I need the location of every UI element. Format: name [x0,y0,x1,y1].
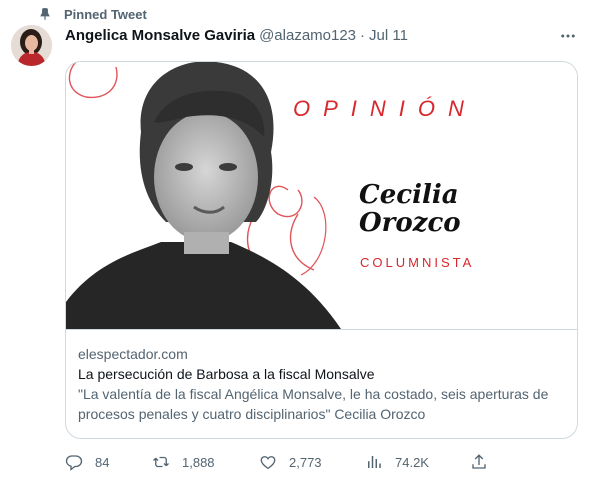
share-button[interactable] [470,453,500,471]
share-icon [472,454,486,469]
tweet-header: Angelica Monsalve Gaviria @alazamo123 · … [65,27,408,44]
like-button[interactable]: 2,773 [259,453,322,471]
columnist-name-line2: Orozco [359,208,461,238]
like-count: 2,773 [289,454,322,470]
like-icon [260,456,276,470]
columnist-name-line1: Cecilia [359,180,459,210]
reply-count: 84 [95,454,110,470]
pinned-label: Pinned Tweet [64,6,147,22]
columnist-name: Cecilia Orozco [359,181,461,237]
retweet-icon [153,456,169,468]
more-options-button[interactable] [558,27,578,45]
avatar[interactable] [11,25,52,66]
card-title: La persecución de Barbosa a la fiscal Mo… [78,366,375,382]
retweet-count: 1,888 [182,454,215,470]
separator: · [360,27,366,44]
pin-icon [40,8,50,21]
author-name[interactable]: Angelica Monsalve Gaviria [65,27,255,44]
columnist-role: COLUMNISTA [360,255,475,270]
views-icon [368,456,381,468]
author-handle[interactable]: @alazamo123 [259,27,356,44]
views-count: 74.2K [395,454,429,470]
pinned-indicator: Pinned Tweet [38,6,147,22]
views-button[interactable]: 74.2K [365,453,429,471]
reply-button[interactable]: 84 [65,453,109,471]
reply-icon [65,455,83,471]
card-text[interactable]: elespectador.com La persecución de Barbo… [78,344,568,424]
card-domain: elespectador.com [78,346,188,362]
link-card[interactable]: OPINIÓN Cecilia Orozco COLUMNISTA elespe… [65,61,578,439]
more-icon [561,34,575,38]
action-bar: 84 1,888 2,773 74.2K [65,453,495,473]
card-description: "La valentía de la fiscal Angélica Monsa… [78,386,549,422]
card-image[interactable]: OPINIÓN Cecilia Orozco COLUMNISTA [66,62,577,330]
tweet-date[interactable]: Jul 11 [369,27,408,44]
retweet-button[interactable]: 1,888 [152,453,215,471]
card-heading: OPINIÓN [293,96,477,121]
